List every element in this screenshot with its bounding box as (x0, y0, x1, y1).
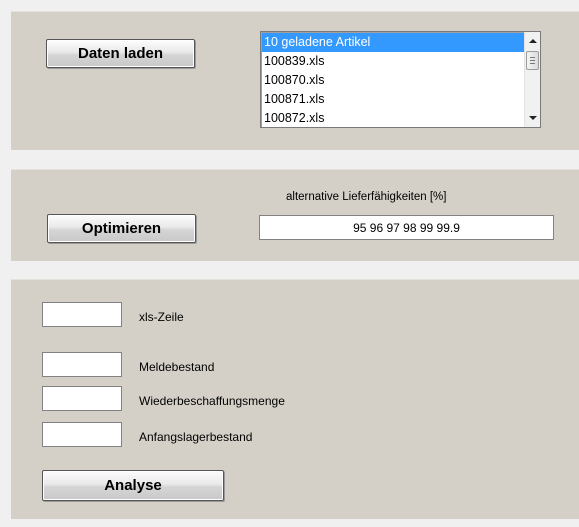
list-scrollbar[interactable] (524, 32, 540, 127)
scroll-down-arrow-icon[interactable] (525, 110, 540, 126)
xls-row-label: xls-Zeile (139, 310, 184, 324)
analyse-button[interactable]: Analyse (42, 470, 224, 501)
scroll-thumb-grip-icon (530, 57, 535, 58)
list-item[interactable]: 100871.xls (262, 90, 527, 109)
article-listbox[interactable]: 10 geladene Artikel 100839.xls 100870.xl… (260, 31, 541, 128)
list-item[interactable]: 100872.xls (262, 109, 527, 127)
replenishment-quantity-input[interactable] (42, 386, 122, 411)
scroll-thumb-grip-icon (530, 60, 535, 61)
initial-stock-label: Anfangslagerbestand (139, 430, 253, 444)
reorder-point-label: Meldebestand (139, 360, 215, 374)
load-data-button[interactable]: Daten laden (46, 39, 195, 68)
optimize-button[interactable]: Optimieren (47, 214, 196, 243)
reorder-point-input[interactable] (42, 352, 122, 377)
window-content: Daten laden 10 geladene Artikel 100839.x… (0, 0, 579, 527)
xls-row-input[interactable] (42, 302, 122, 327)
list-item[interactable]: 100839.xls (262, 52, 527, 71)
list-items: 10 geladene Artikel 100839.xls 100870.xl… (262, 33, 527, 127)
initial-stock-input[interactable] (42, 422, 122, 447)
replenishment-quantity-label: Wiederbeschaffungsmenge (139, 394, 285, 408)
scroll-up-arrow-icon[interactable] (525, 33, 540, 49)
optimize-panel: alternative Lieferfähigkeiten [%] Optimi… (11, 169, 579, 261)
alternatives-input[interactable]: 95 96 97 98 99 99.9 (259, 215, 554, 240)
scroll-thumb[interactable] (526, 51, 539, 70)
scroll-thumb-grip-icon (530, 63, 535, 64)
analysis-panel: xls-Zeile Meldebestand Wiederbeschaffung… (11, 279, 579, 519)
list-item[interactable]: 100870.xls (262, 71, 527, 90)
alternatives-label: alternative Lieferfähigkeiten [%] (286, 191, 447, 203)
load-panel: Daten laden 10 geladene Artikel 100839.x… (11, 11, 579, 150)
list-item[interactable]: 10 geladene Artikel (262, 33, 527, 52)
